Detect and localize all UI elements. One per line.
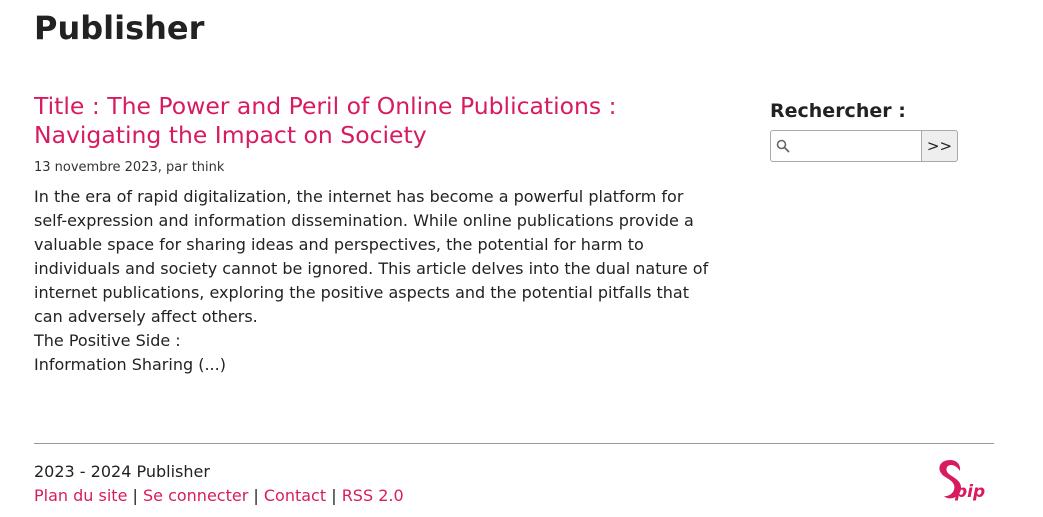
search-box (770, 130, 921, 162)
search-icon (776, 139, 790, 153)
search-label: Rechercher : (770, 100, 906, 122)
footer-separator: | (132, 486, 138, 505)
footer-link-rss[interactable]: RSS 2.0 (342, 486, 404, 505)
article-meta: 13 novembre 2023, par think (34, 160, 225, 175)
main-content: Title : The Power and Peril of Online Pu… (34, 92, 714, 377)
spip-logo-icon[interactable]: pip (936, 457, 994, 503)
svg-text:pip: pip (954, 482, 985, 502)
article-intro: In the era of rapid digitalization, the … (34, 185, 714, 377)
search-form: >> (770, 130, 990, 162)
article-intro-line: Information Sharing (...) (34, 355, 226, 374)
footer-links: Plan du site | Se connecter | Contact | … (34, 484, 404, 508)
footer-link-login[interactable]: Se connecter (143, 486, 248, 505)
footer-copyright: 2023 - 2024 Publisher (34, 462, 210, 481)
article-title-link[interactable]: Title : The Power and Peril of Online Pu… (34, 92, 714, 150)
search-input[interactable] (793, 131, 917, 159)
footer-link-plan[interactable]: Plan du site (34, 486, 127, 505)
article-intro-paragraph: In the era of rapid digitalization, the … (34, 187, 709, 326)
footer: 2023 - 2024 Publisher Plan du site | Se … (34, 460, 404, 508)
sidebar: Rechercher : >> (770, 98, 990, 162)
footer-divider (34, 443, 994, 444)
site-title[interactable]: Publisher (34, 8, 204, 48)
page: Publisher Title : The Power and Peril of… (0, 0, 1043, 517)
article-intro-line: The Positive Side : (34, 331, 181, 350)
footer-link-contact[interactable]: Contact (264, 486, 326, 505)
footer-separator: | (253, 486, 259, 505)
footer-separator: | (331, 486, 337, 505)
search-submit-button[interactable]: >> (921, 130, 958, 162)
